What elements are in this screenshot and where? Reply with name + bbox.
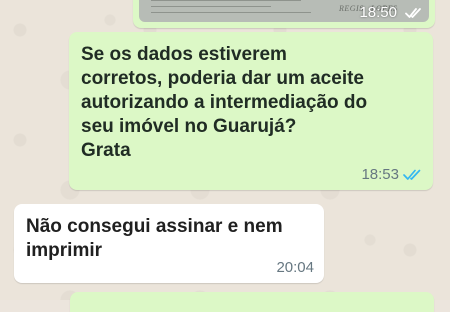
outgoing-message-bubble[interactable] [70, 292, 434, 312]
document-text-line [151, 0, 301, 1]
message-meta: 18:53 [361, 166, 423, 183]
double-check-read-icon [403, 168, 423, 181]
document-text-line [151, 12, 311, 13]
message-meta: 20:04 [276, 259, 314, 276]
message-timestamp: 18:50 [359, 4, 397, 21]
message-text: Se os dados estiverem corretos, poderia … [81, 44, 368, 161]
message-timestamp: 18:53 [361, 166, 399, 183]
double-check-read-icon [405, 6, 423, 24]
incoming-message-bubble[interactable]: Não consegui assinar e nem imprimir 20:0… [14, 204, 324, 283]
image-message-bubble[interactable]: REGIS LOPES 18:50 [133, 0, 435, 28]
message-timestamp: 20:04 [276, 259, 314, 276]
document-text-line [151, 6, 271, 7]
outgoing-message-bubble[interactable]: Se os dados estiverem corretos, poderia … [69, 32, 433, 190]
message-text: Não consegui assinar e nem imprimir [26, 216, 283, 261]
